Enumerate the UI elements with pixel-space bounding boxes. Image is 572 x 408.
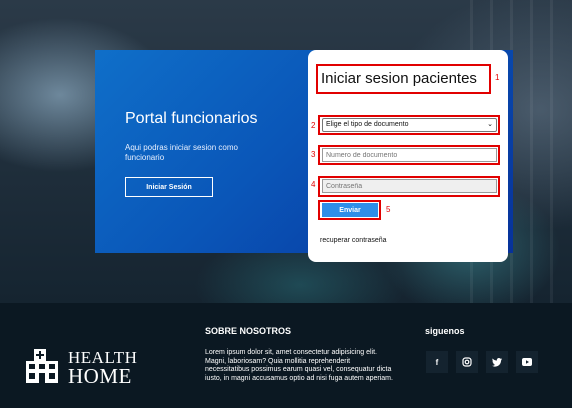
about-heading: SOBRE NOSOTROS [205, 326, 292, 336]
youtube-icon[interactable] [516, 351, 538, 373]
annotation-number: 2 [311, 121, 316, 130]
annotation-box-document-type [318, 115, 500, 135]
window-blind-slat [550, 0, 553, 303]
annotation-number: 4 [311, 180, 316, 189]
site-footer: HEALTH HOME SOBRE NOSOTROS Lorem ipsum d… [0, 303, 572, 408]
annotation-box-submit [318, 200, 381, 220]
staff-portal-title: Portal funcionarios [125, 110, 258, 127]
hospital-building-icon [26, 349, 58, 383]
annotation-box-document-number [318, 145, 500, 165]
staff-portal-description: Aqui podras iniciar sesion como funciona… [125, 143, 238, 162]
about-text: Lorem ipsum dolor sit, amet consectetur … [205, 349, 393, 382]
window-blind-slat [530, 0, 533, 303]
annotation-number: 5 [386, 205, 391, 214]
instagram-icon[interactable] [456, 351, 478, 373]
social-heading: siguenos [425, 326, 465, 336]
annotation-number: 1 [495, 73, 500, 82]
recover-password-link[interactable]: recuperar contraseña [320, 237, 387, 244]
annotation-number: 3 [311, 150, 316, 159]
brand-logo-line2: HOME [68, 364, 132, 388]
facebook-icon[interactable]: f [426, 351, 448, 373]
brand-logo-text: HEALTH HOME [68, 349, 137, 387]
annotation-box-password [318, 176, 500, 197]
annotation-box-title [316, 64, 491, 94]
twitter-icon[interactable] [486, 351, 508, 373]
staff-login-button[interactable]: Iniciar Sesión [125, 177, 213, 197]
